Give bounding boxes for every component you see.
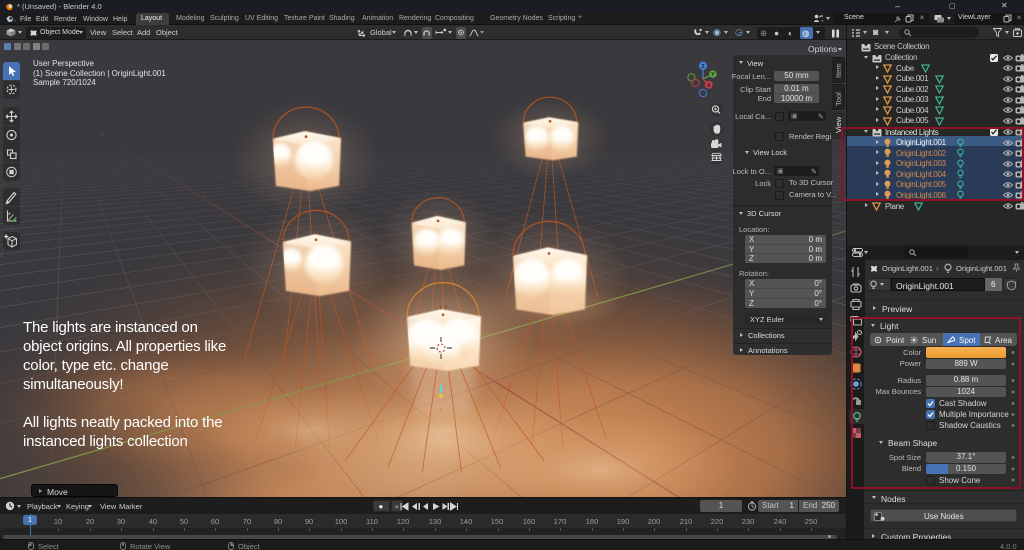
svg-text:X: X — [707, 83, 711, 89]
svg-text:Y: Y — [711, 72, 715, 78]
